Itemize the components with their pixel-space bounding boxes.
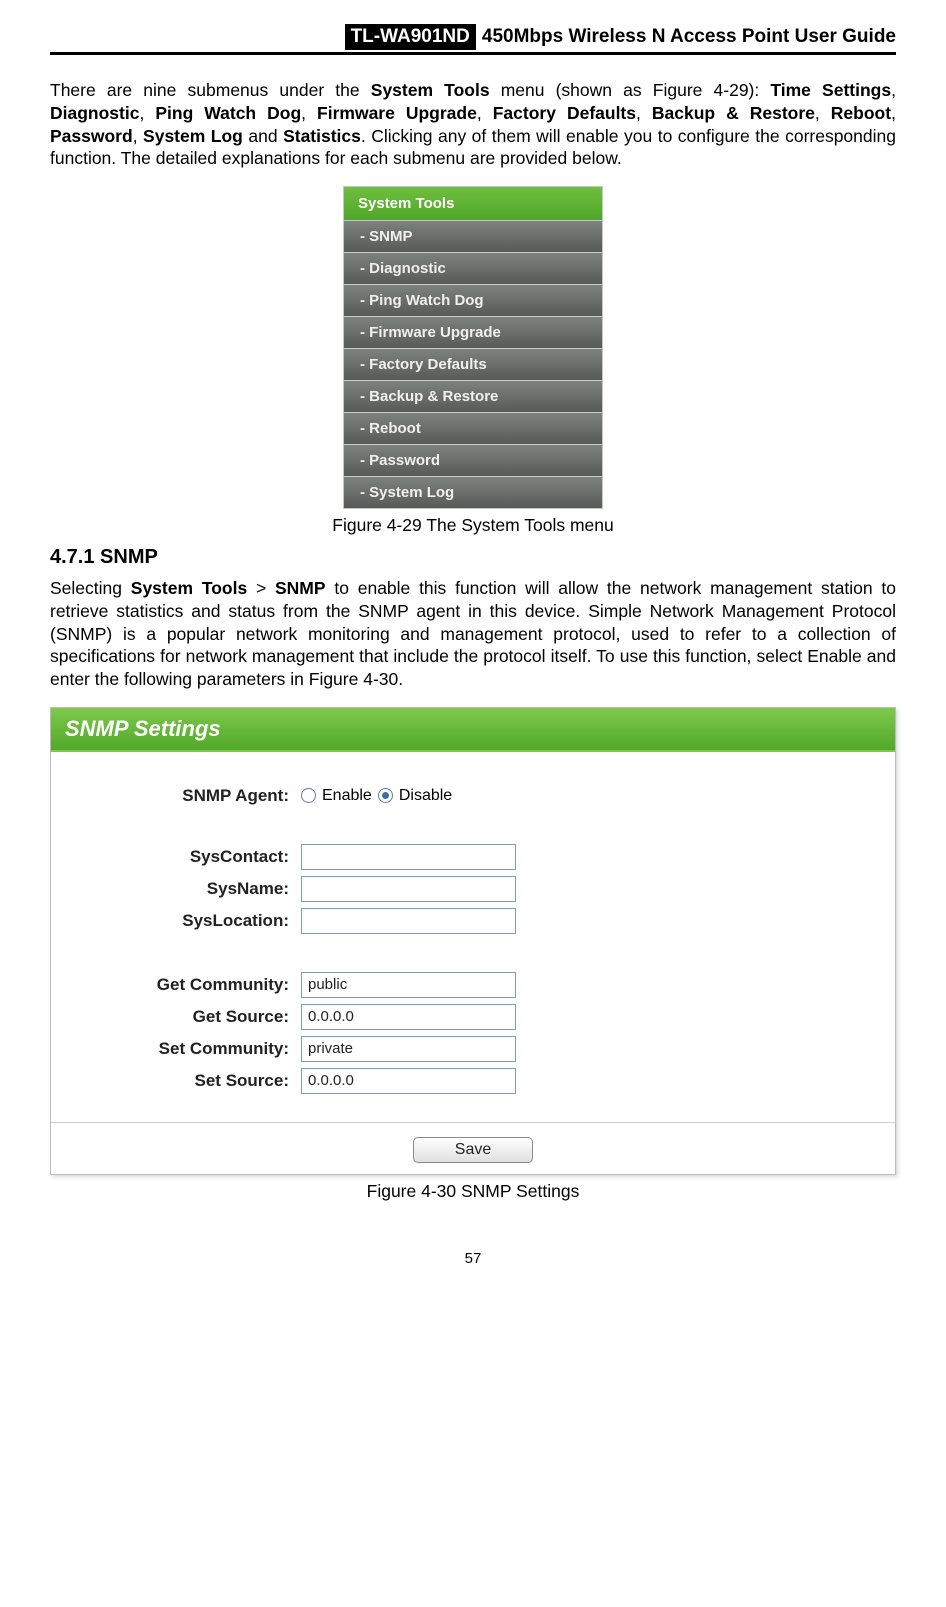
row-getsource: Get Source: xyxy=(71,1004,875,1030)
menu-item-snmp[interactable]: - SNMP xyxy=(344,221,602,253)
menu-item-firmware-upgrade[interactable]: - Firmware Upgrade xyxy=(344,317,602,349)
sysname-label: SysName: xyxy=(71,879,301,899)
snmp-panel-body: SNMP Agent: Enable Disable SysContact: S… xyxy=(51,768,895,1108)
menu-header[interactable]: System Tools xyxy=(344,187,602,221)
guide-title: 450Mbps Wireless N Access Point User Gui… xyxy=(482,26,896,48)
model-badge: TL-WA901ND xyxy=(345,24,476,50)
getcommunity-label: Get Community: xyxy=(71,975,301,995)
menu-figure-wrap: System Tools - SNMP - Diagnostic - Ping … xyxy=(50,186,896,509)
row-getcommunity: Get Community: xyxy=(71,972,875,998)
intro-paragraph: There are nine submenus under the System… xyxy=(50,79,896,170)
snmp-panel-title: SNMP Settings xyxy=(51,708,895,752)
row-snmp-agent: SNMP Agent: Enable Disable xyxy=(71,786,875,806)
figure-4-30-caption: Figure 4-30 SNMP Settings xyxy=(50,1181,896,1202)
menu-item-backup-restore[interactable]: - Backup & Restore xyxy=(344,381,602,413)
page-header: TL-WA901ND 450Mbps Wireless N Access Poi… xyxy=(50,24,896,55)
syslocation-label: SysLocation: xyxy=(71,911,301,931)
syslocation-input[interactable] xyxy=(301,908,516,934)
radio-disable[interactable] xyxy=(378,788,393,803)
menu-item-diagnostic[interactable]: - Diagnostic xyxy=(344,253,602,285)
page: TL-WA901ND 450Mbps Wireless N Access Poi… xyxy=(0,0,946,1307)
figure-4-29-caption: Figure 4-29 The System Tools menu xyxy=(50,515,896,536)
radio-enable-label: Enable xyxy=(322,787,372,805)
syscontact-input[interactable] xyxy=(301,844,516,870)
save-button[interactable]: Save xyxy=(413,1137,533,1163)
menu-item-ping-watch-dog[interactable]: - Ping Watch Dog xyxy=(344,285,602,317)
menu-item-system-log[interactable]: - System Log xyxy=(344,477,602,508)
menu-item-password[interactable]: - Password xyxy=(344,445,602,477)
radio-disable-label: Disable xyxy=(399,787,452,805)
snmp-agent-label: SNMP Agent: xyxy=(71,786,301,806)
menu-item-reboot[interactable]: - Reboot xyxy=(344,413,602,445)
snmp-intro-paragraph: Selecting System Tools > SNMP to enable … xyxy=(50,577,896,691)
section-heading-snmp: 4.7.1 SNMP xyxy=(50,546,896,569)
row-setcommunity: Set Community: xyxy=(71,1036,875,1062)
snmp-settings-figure: SNMP Settings SNMP Agent: Enable Disable… xyxy=(50,707,896,1175)
syscontact-label: SysContact: xyxy=(71,847,301,867)
system-tools-menu: System Tools - SNMP - Diagnostic - Ping … xyxy=(343,186,603,509)
getsource-input[interactable] xyxy=(301,1004,516,1030)
spacer xyxy=(71,812,875,838)
snmp-settings-panel: SNMP Settings SNMP Agent: Enable Disable… xyxy=(50,707,896,1175)
setcommunity-label: Set Community: xyxy=(71,1039,301,1059)
setsource-input[interactable] xyxy=(301,1068,516,1094)
row-sysname: SysName: xyxy=(71,876,875,902)
getcommunity-input[interactable] xyxy=(301,972,516,998)
row-syslocation: SysLocation: xyxy=(71,908,875,934)
snmp-footer: Save xyxy=(51,1122,895,1173)
setcommunity-input[interactable] xyxy=(301,1036,516,1062)
snmp-agent-options: Enable Disable xyxy=(301,787,875,805)
setsource-label: Set Source: xyxy=(71,1071,301,1091)
page-number: 57 xyxy=(50,1250,896,1267)
spacer xyxy=(71,940,875,966)
row-syscontact: SysContact: xyxy=(71,844,875,870)
getsource-label: Get Source: xyxy=(71,1007,301,1027)
sysname-input[interactable] xyxy=(301,876,516,902)
radio-enable[interactable] xyxy=(301,788,316,803)
row-setsource: Set Source: xyxy=(71,1068,875,1094)
menu-item-factory-defaults[interactable]: - Factory Defaults xyxy=(344,349,602,381)
